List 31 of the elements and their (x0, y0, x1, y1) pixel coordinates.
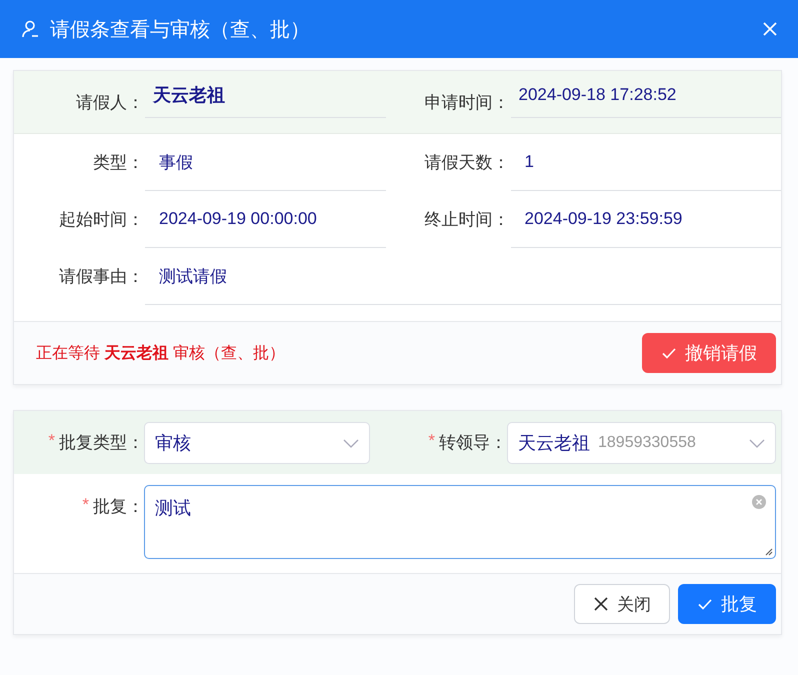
field-label: 请假天数： (424, 152, 510, 174)
field-value: 2024-09-19 23:59:59 (510, 191, 781, 248)
field-label: * 批复： (81, 495, 144, 518)
field-value: 测试请假 (145, 248, 781, 305)
resize-grip-icon[interactable] (765, 548, 773, 556)
field-value: 事假 (145, 134, 386, 191)
reply-field[interactable]: 测试 (144, 485, 776, 559)
field-value: 2024-09-19 00:00:00 (145, 191, 386, 248)
close-icon (593, 596, 609, 612)
action-button[interactable]: 关闭 (574, 584, 670, 624)
field-label: 终止时间： (424, 209, 510, 231)
status-message: 正在等待 天云老祖 审核（查、批） (36, 343, 285, 364)
field-label: 类型： (92, 152, 144, 174)
required-mark: * (428, 431, 435, 452)
user-icon (20, 19, 40, 39)
required-mark: * (82, 495, 89, 516)
field-value: 1 (510, 134, 781, 191)
close-icon (762, 21, 778, 37)
field-label: 请假人： (75, 92, 144, 114)
dialog-title: 请假条查看与审核（查、批） (50, 18, 311, 42)
field-label: 申请时间： (424, 92, 510, 114)
field-label: 请假事由： (58, 266, 144, 288)
required-mark: * (48, 431, 55, 452)
select-field[interactable]: 天云老祖 18959330558 (507, 422, 776, 464)
field-label: 起始时间： (58, 209, 144, 231)
action-button[interactable]: 批复 (678, 584, 776, 624)
select-field[interactable]: 审核 (144, 422, 370, 464)
field-label: * 转领导： (427, 431, 507, 454)
field-label: * 批复类型： (47, 431, 144, 454)
field-value: 天云老祖 (145, 72, 386, 118)
field-value: 2024-09-18 17:28:52 (510, 72, 781, 118)
